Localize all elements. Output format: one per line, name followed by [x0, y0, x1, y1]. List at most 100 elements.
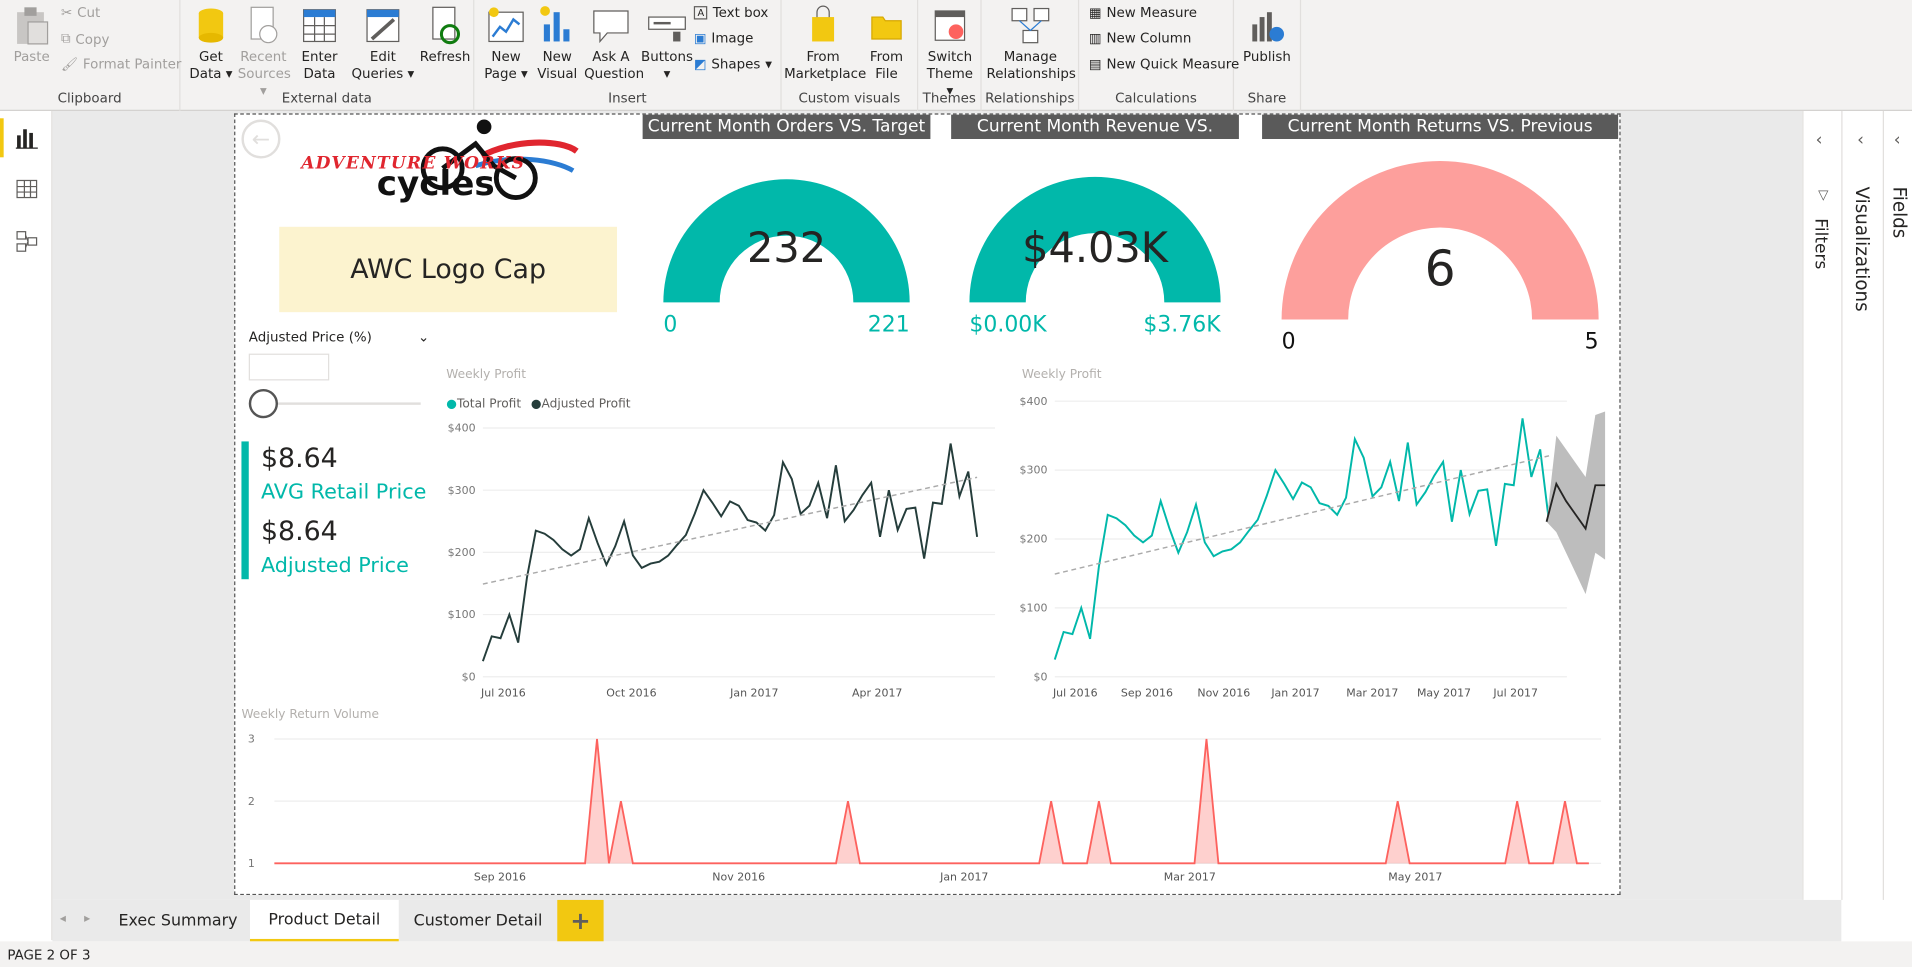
refresh-button[interactable]: Refresh: [419, 5, 470, 66]
x-tick-label: Jan 2017: [939, 870, 988, 883]
data-view-button[interactable]: [10, 172, 44, 206]
gauge-value: 6: [1424, 241, 1456, 298]
filters-pane-label: Filters: [1810, 218, 1831, 270]
collapse-chevron-icon[interactable]: ‹: [1857, 130, 1864, 150]
x-tick-label: Apr 2017: [852, 686, 902, 699]
avg-retail-price-label: AVG Retail Price: [260, 480, 427, 505]
forecast-band: [1546, 411, 1606, 595]
y-tick-label: $100: [1020, 602, 1048, 615]
y-tick-label: $200: [1020, 533, 1048, 546]
tab-scroll-left-icon[interactable]: ◂: [60, 912, 66, 925]
publish-icon: [1252, 12, 1285, 42]
manage-relationships-button[interactable]: Manage Relationships: [986, 5, 1076, 83]
copy-button[interactable]: ⧉ Copy: [61, 30, 109, 47]
gauge-min: 0: [1281, 329, 1296, 355]
share-group: Publish Share: [1234, 0, 1302, 111]
insert-group: New Page ▾ New Visual Ask A Question Button…: [474, 0, 782, 111]
collapse-chevron-icon[interactable]: ‹: [1816, 130, 1823, 150]
company-logo: ADVENTURE WORKS cycles: [299, 117, 582, 212]
x-tick-label: Mar 2017: [1164, 870, 1216, 883]
product-name-card: AWC Logo Cap: [279, 226, 618, 313]
edit-queries-button[interactable]: Edit Queries ▾: [351, 5, 414, 83]
gauge-max: 221: [867, 312, 910, 338]
text-box-icon: A: [693, 6, 708, 20]
filter-funnel-icon: ▽: [1818, 186, 1829, 203]
insert-group-label: Insert: [608, 90, 647, 107]
marketplace-bag-icon: [812, 5, 835, 42]
new-quick-measure-button[interactable]: ▤ New Quick Measure: [1089, 56, 1239, 72]
cut-button[interactable]: ✂ Cut: [61, 5, 100, 21]
x-tick-label: Nov 2016: [1197, 686, 1250, 699]
gauge-arc-svg: [1281, 160, 1599, 320]
fields-pane[interactable]: ‹ Fields: [1882, 110, 1912, 900]
from-file-button[interactable]: From File: [862, 5, 911, 83]
new-page-button[interactable]: New Page ▾: [482, 5, 531, 83]
tab-product-detail[interactable]: Product Detail: [249, 899, 399, 942]
weekly-profit-chart-left: $0 $100 $200 $300 $400 Jul 2016 Oct 2016 Jan 20…: [448, 422, 996, 699]
chart1-legend: ●Total Profit ●Adjusted Profit: [446, 398, 630, 411]
model-view-button[interactable]: [10, 224, 44, 258]
enter-data-button[interactable]: Enter Data: [295, 5, 344, 83]
new-column-button[interactable]: ▥ New Column: [1089, 30, 1191, 46]
tab-scroll-right-icon[interactable]: ▸: [84, 912, 90, 925]
chevron-down-icon: ⌄: [417, 329, 430, 346]
slicer-track[interactable]: [262, 402, 421, 405]
image-button[interactable]: ▣ Image: [694, 30, 754, 46]
format-painter-button[interactable]: 🖌 Format Painter: [61, 56, 181, 72]
gauge-max: 5: [1584, 329, 1599, 355]
status-bar-page-indicator: PAGE 2 OF 3: [0, 941, 1912, 967]
text-box-button[interactable]: A Text box: [693, 5, 768, 21]
add-page-button[interactable]: +: [557, 899, 604, 942]
legend-total-profit: ●Total Profit: [446, 397, 522, 411]
collapse-chevron-icon[interactable]: ‹: [1894, 130, 1901, 150]
active-view-indicator: [0, 118, 4, 158]
shapes-icon: ◩: [693, 56, 707, 72]
view-switcher: [0, 110, 53, 941]
relationships-group-label: Relationships: [985, 90, 1075, 107]
gauge-min: 0: [663, 312, 678, 338]
slicer-handle[interactable]: [248, 388, 279, 419]
y-tick-label: $200: [448, 546, 476, 559]
back-arrow-icon[interactable]: ←: [241, 119, 281, 159]
paste-button[interactable]: Paste: [7, 5, 56, 66]
recent-sources-icon: [250, 6, 278, 44]
recent-sources-button[interactable]: Recent Sources ▾: [238, 5, 291, 100]
tab-customer-detail[interactable]: Customer Detail: [399, 900, 558, 941]
report-view-button[interactable]: [10, 121, 44, 155]
visualizations-pane[interactable]: ‹ Visualizations: [1841, 110, 1883, 900]
x-tick-label: Mar 2017: [1346, 686, 1398, 699]
filters-pane[interactable]: ‹ ▽ Filters: [1802, 110, 1842, 900]
slicer-value-input[interactable]: [248, 353, 330, 381]
x-tick-label: Oct 2016: [606, 686, 656, 699]
y-tick-label: 1: [248, 857, 255, 870]
new-visual-button[interactable]: New Visual: [533, 5, 582, 83]
table-icon: [303, 9, 336, 43]
x-tick-label: Jul 2017: [1492, 686, 1538, 699]
themes-group: Switch Theme ▾ Themes: [918, 0, 982, 111]
switch-theme-button[interactable]: Switch Theme ▾: [923, 5, 977, 100]
speech-bubble-icon: [593, 10, 629, 44]
buttons-icon: [648, 16, 686, 42]
y-tick-label: $100: [448, 608, 476, 621]
adjusted-price-value: $8.64: [260, 517, 338, 548]
shapes-button[interactable]: ◩ Shapes ▾: [694, 56, 772, 72]
scissors-icon: ✂: [60, 4, 73, 21]
new-measure-button[interactable]: ▦ New Measure: [1089, 5, 1197, 21]
tab-exec-summary[interactable]: Exec Summary: [106, 900, 250, 941]
brush-icon: 🖌: [60, 56, 79, 72]
edit-queries-icon: [366, 9, 400, 43]
from-marketplace-button[interactable]: From Marketplace: [784, 5, 866, 83]
x-tick-label: Sep 2016: [1121, 686, 1173, 699]
get-data-button[interactable]: Get Data ▾: [187, 5, 236, 83]
fields-pane-label: Fields: [1888, 186, 1911, 239]
slicer-header[interactable]: Adjusted Price (%) ⌄: [249, 329, 429, 345]
relationships-icon: [1011, 7, 1050, 44]
publish-button[interactable]: Publish: [1239, 5, 1295, 66]
calculator-icon: ▦: [1088, 4, 1102, 21]
ask-question-button[interactable]: Ask A Question: [584, 5, 644, 83]
refresh-icon: [432, 6, 461, 45]
x-tick-label: May 2017: [1417, 686, 1471, 699]
bar-chart-icon: [15, 129, 38, 149]
legend-adjusted-profit: ●Adjusted Profit: [530, 397, 631, 411]
buttons-button[interactable]: Buttons ▾: [640, 5, 694, 83]
